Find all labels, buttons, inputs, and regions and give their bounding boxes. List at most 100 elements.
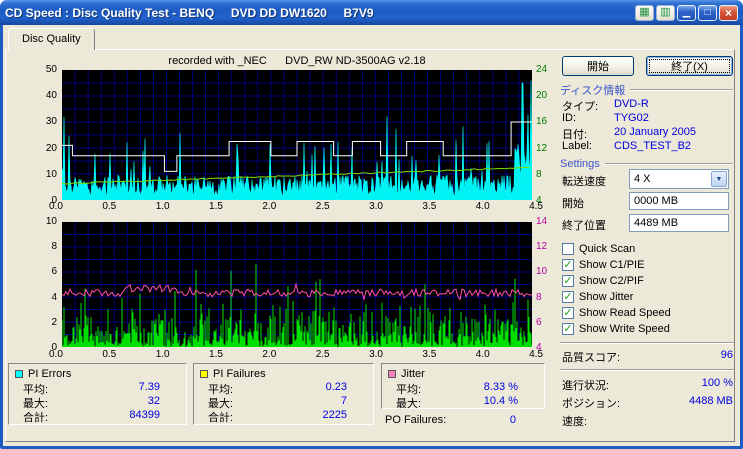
- maximize-button[interactable]: □: [698, 4, 717, 21]
- transfer-speed-select[interactable]: 4 X ▼: [629, 169, 729, 189]
- checkbox-show-jitter[interactable]: ✓ Show Jitter: [562, 290, 633, 304]
- y-axis-tick: 10: [45, 216, 57, 227]
- x-axis-tick: 4.0: [475, 349, 490, 360]
- x-axis-tick: 0.0: [49, 201, 63, 212]
- pi-failures-jitter-plot: [61, 222, 533, 347]
- exit-button[interactable]: 終了(X): [646, 56, 733, 76]
- speed-y-axis-right: 24 20 16 12 8 4: [536, 64, 560, 206]
- speed-row: 速度:: [562, 416, 588, 428]
- pi-errors-chart: [61, 70, 533, 201]
- x-axis-tick: 2.0: [262, 201, 277, 212]
- chevron-down-icon[interactable]: ▼: [711, 171, 727, 187]
- checkbox-show-read-speed[interactable]: ✓ Show Read Speed: [562, 306, 671, 320]
- minimize-button[interactable]: ▁: [677, 4, 696, 21]
- app-window: CD Speed : Disc Quality Test - BENQ DVD …: [0, 0, 743, 449]
- pi-errors-title: PI Errors: [28, 367, 72, 380]
- pi-errors-x-axis: 0.0 0.5 1.0 1.5 2.0 2.5 3.0 3.5 4.0 4.5: [49, 201, 543, 212]
- stat-label: 平均:: [23, 384, 49, 396]
- y-axis-tick: 10: [45, 168, 57, 180]
- checkbox-show-write-speed[interactable]: ✓ Show Write Speed: [562, 322, 670, 336]
- checkbox-show-c2-pif[interactable]: ✓ Show C2/PIF: [562, 274, 644, 288]
- start-button[interactable]: 開始: [562, 56, 634, 76]
- stat-value: 84399: [129, 409, 160, 421]
- x-axis-tick: 1.0: [155, 349, 170, 360]
- disc-date-row: 日付: 20 January 2005: [562, 126, 696, 141]
- window-title: CD Speed : Disc Quality Test - BENQ DVD …: [5, 5, 374, 20]
- y-axis-tick: 2: [51, 316, 57, 328]
- start-position-label: 開始: [562, 198, 584, 210]
- checkbox-box: ✓: [562, 259, 574, 271]
- disc-info-heading-label: ディスク情報: [560, 85, 626, 97]
- close-button[interactable]: ×: [719, 4, 738, 21]
- disc-type-row: タイプ: DVD-R: [562, 98, 649, 113]
- jitter-y-axis-right: 14 12 10 8 6 4: [536, 216, 560, 353]
- progress-row: 進行状況: 100 %: [562, 377, 733, 392]
- disc-info-heading: ディスク情報: [560, 84, 733, 97]
- transfer-speed-value: 4 X: [634, 173, 651, 185]
- checkbox-box: [562, 243, 574, 255]
- stat-value: 7: [340, 395, 347, 407]
- x-axis-tick: 0.0: [49, 349, 63, 360]
- checkbox-box: ✓: [562, 307, 574, 319]
- titlebar-tool-button-2[interactable]: ▥: [656, 4, 675, 21]
- x-axis-tick: 4.5: [529, 349, 543, 360]
- y-axis-tick: 20: [536, 90, 548, 102]
- y-axis-tick: 6: [536, 316, 542, 328]
- checkbox-quick-scan[interactable]: Quick Scan: [562, 242, 635, 256]
- stat-value: 32: [147, 395, 160, 407]
- maximize-icon: □: [704, 6, 711, 18]
- x-axis-tick: 4.5: [529, 201, 543, 212]
- y-axis-tick: 40: [45, 90, 57, 102]
- stat-value: 8.33 %: [483, 381, 518, 393]
- y-axis-tick: 50: [45, 64, 57, 75]
- title-bar[interactable]: CD Speed : Disc Quality Test - BENQ DVD …: [0, 0, 743, 25]
- pi-failures-title: PI Failures: [213, 367, 266, 380]
- checkbox-show-c1-pie[interactable]: ✓ Show C1/PIE: [562, 258, 644, 272]
- stat-label: 平均:: [208, 384, 234, 396]
- summary-panel-pi-failures: PI Failures 平均: 0.23 最大: 7 合計: 2225: [193, 363, 374, 425]
- y-axis-tick: 4: [51, 291, 57, 303]
- stat-label: 合計:: [23, 412, 49, 424]
- divider: [630, 89, 733, 91]
- pi-errors-plot: [61, 70, 533, 201]
- po-failures-label: PO Failures:: [385, 414, 447, 426]
- x-axis-tick: 3.0: [369, 201, 383, 212]
- quality-score-value: 96: [720, 349, 733, 361]
- quality-score-label: 品質スコア:: [562, 352, 621, 364]
- minimize-icon: ▁: [682, 6, 691, 18]
- settings-heading-label: Settings: [560, 158, 600, 170]
- disc-id-row: ID: TYG02: [562, 112, 649, 124]
- stat-label: 最大:: [396, 398, 422, 410]
- end-position-input[interactable]: [629, 214, 729, 232]
- y-axis-tick: 14: [536, 216, 548, 227]
- x-axis-tick: 0.5: [102, 349, 117, 360]
- start-position-input[interactable]: [629, 192, 729, 210]
- x-axis-tick: 1.5: [209, 201, 223, 212]
- summary-panel-pi-errors: PI Errors 平均: 7.39 最大: 32 合計: 84399: [8, 363, 187, 425]
- checkbox-box: ✓: [562, 275, 574, 287]
- divider: [560, 369, 734, 371]
- x-axis-tick: 3.5: [422, 201, 437, 212]
- position-row: ポジション: 4488 MB: [562, 395, 733, 410]
- summary-panel-jitter: Jitter 平均: 8.33 % 最大: 10.4 %: [381, 363, 545, 410]
- y-axis-tick: 16: [536, 116, 548, 128]
- y-axis-tick: 12: [536, 142, 548, 154]
- po-failures-row: PO Failures: 0: [381, 414, 542, 426]
- stat-label: 合計:: [208, 412, 234, 424]
- pi-failures-y-axis-left: 10 8 6 4 2 0: [31, 216, 57, 353]
- y-axis-tick: 8: [51, 241, 57, 253]
- jitter-title: Jitter: [401, 367, 425, 380]
- x-axis-tick: 1.0: [155, 201, 170, 212]
- stat-label: 平均:: [396, 384, 422, 396]
- x-axis-tick: 4.0: [475, 201, 490, 212]
- pi-errors-y-axis-left: 50 40 30 20 10 0: [31, 64, 57, 206]
- checkbox-box: ✓: [562, 323, 574, 335]
- write-speed-series: [61, 166, 531, 185]
- x-axis-tick: 2.0: [262, 349, 277, 360]
- pi-failures-x-axis: 0.0 0.5 1.0 1.5 2.0 2.5 3.0 3.5 4.0 4.5: [49, 349, 543, 360]
- x-axis-tick: 2.5: [315, 349, 330, 360]
- stat-value: 7.39: [138, 381, 160, 393]
- tab-disc-quality[interactable]: Disc Quality: [8, 28, 95, 50]
- caption-buttons: ▦ ▥ ▁ □ ×: [635, 4, 738, 21]
- titlebar-tool-button-1[interactable]: ▦: [635, 4, 654, 21]
